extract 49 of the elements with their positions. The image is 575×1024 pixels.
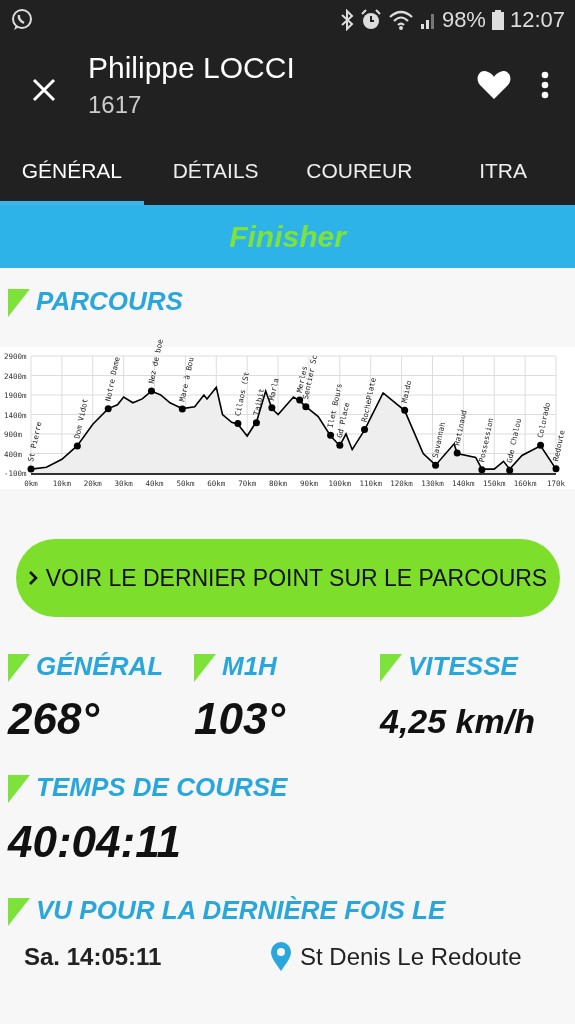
close-icon <box>32 78 56 102</box>
tab[interactable]: ITRA <box>431 140 575 205</box>
battery-icon <box>491 9 504 31</box>
checkpoint-marker <box>336 441 344 449</box>
triangle-icon <box>8 654 30 682</box>
chevron-icon <box>27 570 38 586</box>
last-seen-location: St Denis Le Redoute <box>300 943 522 971</box>
bib-number: 1617 <box>88 91 143 119</box>
wifi-icon <box>387 9 414 31</box>
triangle-icon <box>8 289 30 317</box>
section-title: PARCOURS <box>36 286 183 317</box>
checkpoint-marker <box>453 449 461 457</box>
finisher-status: Finisher <box>229 219 346 254</box>
race-time: 40:04:11 <box>8 817 182 867</box>
chat-app-icon <box>10 8 34 32</box>
triangle-icon <box>8 898 30 926</box>
bluetooth-icon <box>339 9 354 31</box>
triangle-icon <box>380 654 402 682</box>
checkpoint-marker <box>401 406 409 414</box>
checkpoint-marker <box>537 441 545 449</box>
stat-label: VITESSE <box>408 651 518 682</box>
tab[interactable]: DÉTAILS <box>143 140 288 205</box>
triangle-icon <box>8 775 30 803</box>
checkpoint-marker <box>252 419 260 427</box>
stat-value: 268° <box>8 694 101 744</box>
stat-value: 103° <box>194 694 287 744</box>
section-title: TEMPS DE COURSE <box>36 772 288 803</box>
checkpoint-marker <box>327 431 335 439</box>
last-seen-time: Sa. 14:05:11 <box>24 943 163 971</box>
show-last-point-button[interactable]: VOIR LE DERNIER POINT SUR LE PARCOURS <box>15 539 560 617</box>
checkpoint-marker <box>73 442 81 450</box>
checkpoint-marker <box>104 405 112 413</box>
runner-name: Philippe LOCCI <box>88 51 296 85</box>
checkpoint-marker <box>234 419 242 427</box>
triangle-icon <box>194 654 216 682</box>
stat-label: GÉNÉRAL <box>36 651 164 682</box>
stat-value: 4,25 km/h <box>380 702 536 741</box>
alarm-icon <box>359 9 382 31</box>
more-options-icon[interactable] <box>541 71 549 99</box>
checkpoint-marker <box>361 426 369 433</box>
checkpoint-marker <box>268 404 276 412</box>
tab[interactable]: COUREUR <box>287 140 432 205</box>
checkpoint-marker <box>178 405 186 413</box>
location-pin-icon <box>270 942 292 972</box>
clock: 12:07 <box>509 7 565 33</box>
section-title: VU POUR LA DERNIÈRE FOIS LE <box>36 895 446 926</box>
heart-icon[interactable] <box>477 70 511 100</box>
stat-label: M1H <box>222 651 277 682</box>
battery-level: 98% <box>441 7 486 33</box>
